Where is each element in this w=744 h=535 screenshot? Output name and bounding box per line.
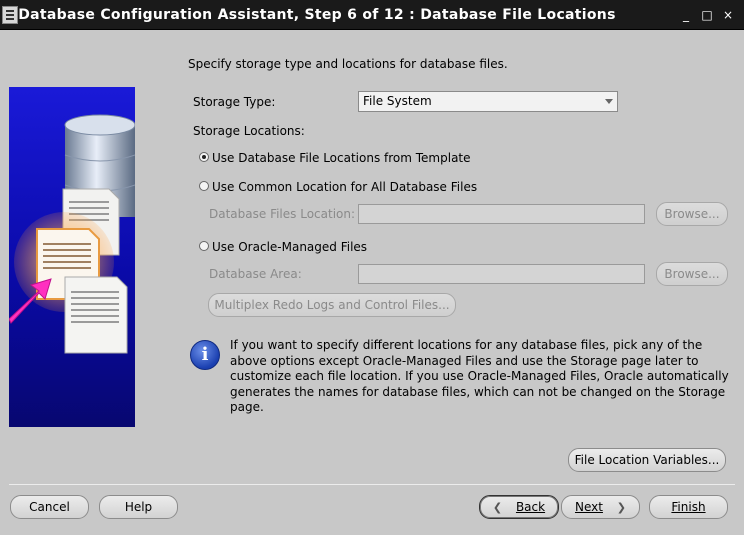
title-bar: Database Configuration Assistant, Step 6… [0, 0, 744, 30]
window-title: Database Configuration Assistant, Step 6… [18, 7, 616, 23]
wizard-graphic [9, 87, 135, 427]
info-message: If you want to specify different locatio… [230, 338, 729, 414]
finish-label: Finish [671, 500, 706, 514]
storage-type-label: Storage Type: [193, 95, 276, 109]
browse-files-location-button[interactable]: Browse... [656, 202, 728, 226]
chevron-left-icon: ❮ [492, 501, 503, 514]
back-button[interactable]: ❮ Back [479, 495, 559, 519]
storage-locations-label: Storage Locations: [193, 124, 305, 138]
document-icon [64, 276, 128, 354]
close-button[interactable]: × [719, 6, 737, 24]
intro-text: Specify storage type and locations for d… [188, 57, 508, 71]
radio-template-locations-label[interactable]: Use Database File Locations from Templat… [212, 151, 471, 165]
db-area-label: Database Area: [209, 267, 302, 281]
dropdown-arrow-icon [605, 99, 613, 104]
db-files-location-input[interactable] [358, 204, 645, 224]
storage-type-value: File System [363, 94, 432, 108]
file-location-variables-button[interactable]: File Location Variables... [568, 448, 726, 472]
multiplex-redo-logs-button[interactable]: Multiplex Redo Logs and Control Files... [208, 293, 456, 317]
back-label: Back [515, 500, 546, 514]
radio-common-location[interactable] [199, 181, 209, 191]
footer-separator [9, 484, 735, 485]
next-label: Next [574, 500, 603, 514]
db-files-location-label: Database Files Location: [209, 207, 356, 221]
radio-oracle-managed[interactable] [199, 241, 209, 251]
cancel-button[interactable]: Cancel [10, 495, 89, 519]
info-icon: i [190, 340, 220, 370]
minimize-button[interactable]: _ [677, 6, 695, 24]
radio-oracle-managed-label[interactable]: Use Oracle-Managed Files [212, 240, 367, 254]
radio-template-locations[interactable] [199, 152, 209, 162]
chevron-right-icon: ❯ [616, 501, 626, 514]
maximize-button[interactable]: □ [698, 6, 716, 24]
finish-button[interactable]: Finish [649, 495, 728, 519]
database-documents-illustration [9, 114, 135, 354]
db-area-input[interactable] [358, 264, 645, 284]
storage-type-select[interactable]: File System [358, 91, 618, 112]
help-button[interactable]: Help [99, 495, 178, 519]
browse-db-area-button[interactable]: Browse... [656, 262, 728, 286]
next-button[interactable]: Next ❯ [561, 495, 640, 519]
radio-common-location-label[interactable]: Use Common Location for All Database Fil… [212, 180, 477, 194]
